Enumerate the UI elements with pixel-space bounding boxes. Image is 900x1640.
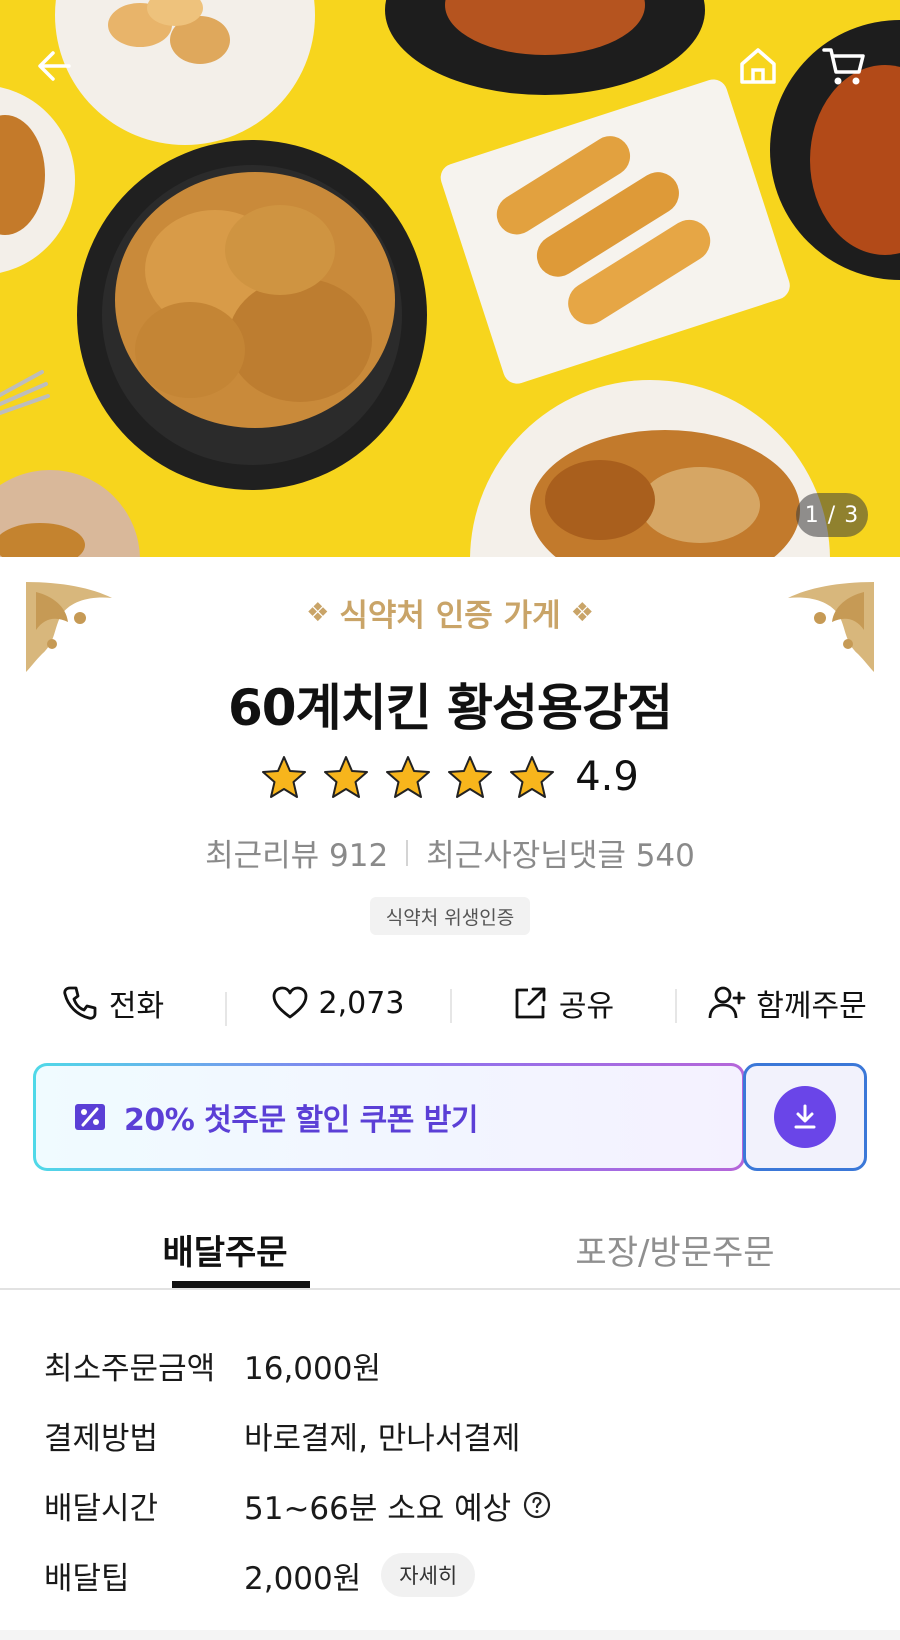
delivery-tip-value-wrap: 2,000원 자세히 (244, 1553, 476, 1598)
share-button[interactable]: 공유 (450, 981, 675, 1025)
add-user-icon (708, 986, 746, 1019)
group-order-label: 함께주문 (756, 989, 867, 1024)
back-button[interactable] (26, 38, 82, 94)
owner-replies-link[interactable]: 최근사장님댓글 540 (426, 830, 695, 875)
star-icon (324, 756, 369, 798)
star-icon (386, 756, 431, 798)
tab-pickup[interactable]: 포장/방문주문 (450, 1205, 900, 1288)
delivery-tip-detail-button[interactable]: 자세히 (381, 1553, 476, 1597)
tab-delivery[interactable]: 배달주문 (0, 1205, 450, 1288)
share-label: 공유 (558, 989, 615, 1024)
call-button[interactable]: 전화 (0, 981, 225, 1025)
arrow-left-icon (38, 51, 71, 81)
min-order-value: 16,000원 (244, 1350, 381, 1387)
payment-value: 바로결제, 만나서결제 (244, 1420, 521, 1457)
group-order-button[interactable]: 함께주문 (675, 981, 900, 1025)
coupon-download-button[interactable] (774, 1086, 836, 1148)
star-icon (510, 756, 555, 798)
action-bar: 전화 2,073 공유 함께주문 (0, 975, 900, 1031)
rating-value: 4.9 (575, 754, 639, 800)
tab-pickup-label: 포장/방문주문 (575, 1233, 775, 1273)
hygiene-badge[interactable]: 식약처 위생인증 (370, 897, 530, 935)
image-counter: 1 / 3 (796, 493, 868, 537)
home-button[interactable] (730, 38, 786, 94)
phone-icon (63, 986, 97, 1020)
min-order-row: 최소주문금액 16,000원 (44, 1330, 864, 1400)
like-button[interactable]: 2,073 (225, 984, 450, 1026)
star-icon (262, 756, 307, 798)
coupon-download-area[interactable] (743, 1063, 867, 1171)
first-order-coupon[interactable]: 20% 첫주문 할인 쿠폰 받기 (33, 1063, 867, 1171)
certification-title-text: 식약처 인증 가게 (339, 598, 561, 634)
active-tab-indicator (172, 1281, 310, 1288)
delivery-details: 최소주문금액 16,000원 결제방법 바로결제, 만나서결제 배달시간 51~… (44, 1330, 864, 1610)
cart-icon (822, 48, 865, 85)
heart-icon (272, 986, 307, 1019)
like-count: 2,073 (318, 985, 405, 1021)
section-divider (0, 1630, 900, 1640)
order-type-tabs: 배달주문 포장/방문주문 (0, 1205, 900, 1290)
payment-row: 결제방법 바로결제, 만나서결제 (44, 1400, 864, 1470)
coupon-text: 20% 첫주문 할인 쿠폰 받기 (124, 1103, 478, 1138)
star-rating (261, 754, 555, 800)
coupon-body[interactable]: 20% 첫주문 할인 쿠폰 받기 (33, 1063, 745, 1171)
min-order-label: 최소주문금액 (44, 1350, 216, 1387)
cart-button[interactable] (816, 38, 872, 94)
review-stats: 최근리뷰 912 최근사장님댓글 540 (0, 830, 900, 875)
certification-title: ❖ 식약처 인증 가게 ❖ (0, 590, 900, 635)
coupon-icon (75, 1104, 105, 1130)
delivery-tip-row: 배달팁 2,000원 자세히 (44, 1540, 864, 1610)
tab-delivery-label: 배달주문 (162, 1233, 288, 1273)
download-icon (794, 1104, 816, 1129)
delivery-time-row: 배달시간 51~66분 소요 예상 (44, 1470, 864, 1540)
rating-row: 4.9 (0, 754, 900, 800)
leaf-icon: ❖ (306, 597, 330, 628)
leaf-icon: ❖ (570, 597, 594, 628)
recent-reviews-link[interactable]: 최근리뷰 912 (205, 830, 388, 875)
delivery-time-value: 51~66분 소요 예상 (244, 1490, 512, 1527)
payment-label: 결제방법 (44, 1420, 159, 1457)
delivery-tip-label: 배달팁 (44, 1560, 130, 1597)
divider (406, 839, 409, 866)
delivery-tip-value: 2,000원 (244, 1560, 362, 1597)
delivery-time-value-wrap: 51~66분 소요 예상 (244, 1483, 551, 1528)
store-name: 60계치킨 황성용강점 (228, 679, 673, 737)
call-label: 전화 (108, 989, 165, 1024)
delivery-time-label: 배달시간 (44, 1490, 159, 1527)
share-icon (515, 987, 546, 1019)
star-icon (448, 756, 493, 798)
home-icon (740, 48, 776, 84)
question-icon[interactable] (523, 1491, 551, 1519)
store-hero-image[interactable]: 1 / 3 (0, 0, 900, 557)
